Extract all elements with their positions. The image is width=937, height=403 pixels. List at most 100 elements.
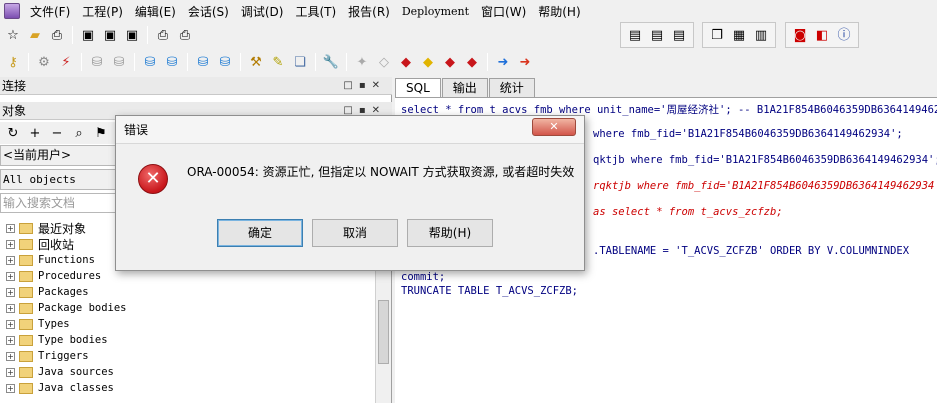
menu-reports[interactable]: 报告(R): [342, 3, 396, 20]
cube-red-icon[interactable]: ◆: [396, 52, 416, 72]
gear-icon[interactable]: ⚙: [34, 52, 54, 72]
save-all-icon[interactable]: ▣: [122, 25, 142, 45]
ok-button[interactable]: 确定: [217, 219, 303, 247]
menu-window[interactable]: 窗口(W): [475, 3, 532, 20]
expand-icon[interactable]: +: [6, 367, 15, 377]
close-button[interactable]: ✕: [532, 118, 576, 136]
menu-file[interactable]: 文件(F): [24, 3, 76, 20]
cube-red2-icon[interactable]: ◆: [440, 52, 460, 72]
eraser-icon[interactable]: ◇: [374, 52, 394, 72]
save-as-icon[interactable]: ▣: [100, 25, 120, 45]
toolbar-separator: [72, 26, 73, 44]
toolbar-separator: [134, 53, 135, 71]
tool-monitor-icon[interactable]: ▤: [625, 25, 645, 45]
expand-icon[interactable]: +: [6, 287, 15, 297]
menu-edit[interactable]: 编辑(E): [129, 3, 182, 20]
tree-item-label: Procedures: [38, 270, 102, 282]
refresh-icon[interactable]: ↻: [3, 123, 23, 143]
filter-icon[interactable]: ⚑: [91, 123, 111, 143]
tile-vertical-icon[interactable]: ▥: [751, 25, 771, 45]
tool-monitor3-icon[interactable]: ▤: [669, 25, 689, 45]
expand-icon[interactable]: +: [6, 335, 15, 345]
print-icon[interactable]: ⎙: [153, 25, 173, 45]
toolbar-separator: [346, 53, 347, 71]
save-icon[interactable]: ▣: [78, 25, 98, 45]
tree-item[interactable]: + Java classes: [0, 380, 375, 396]
cube-tool-icon[interactable]: ◆: [462, 52, 482, 72]
arrow-right-red-icon[interactable]: ➜: [515, 52, 535, 72]
db-connect-icon[interactable]: ⛁: [140, 52, 160, 72]
sql-line: where fmb_fid='B1A21F854B6046359DB636414…: [593, 128, 903, 140]
menu-tools[interactable]: 工具(T): [289, 3, 342, 20]
db-session-icon[interactable]: ⛁: [193, 52, 213, 72]
wrench-icon[interactable]: 🔧: [321, 52, 341, 72]
cascade-windows-icon[interactable]: ❐: [707, 25, 727, 45]
toolbar-help-group: ◙ ◧ ⓘ: [785, 22, 859, 48]
expand-icon[interactable]: +: [6, 351, 15, 361]
menu-project[interactable]: 工程(P): [76, 3, 129, 20]
add-icon[interactable]: +: [25, 123, 45, 143]
tile-windows-icon[interactable]: ▦: [729, 25, 749, 45]
key-icon[interactable]: ⚷: [3, 52, 23, 72]
expand-icon[interactable]: +: [6, 223, 15, 233]
expand-icon[interactable]: +: [6, 383, 15, 393]
db-status-icon[interactable]: ⛁: [215, 52, 235, 72]
pin-icon[interactable]: ✦: [352, 52, 372, 72]
rollback-icon[interactable]: ⛁: [109, 52, 129, 72]
expand-icon[interactable]: +: [6, 271, 15, 281]
tree-item-label: 回收站: [38, 237, 75, 252]
tab-statistics[interactable]: 统计: [488, 78, 535, 97]
cancel-button[interactable]: 取消: [312, 219, 398, 247]
tab-output[interactable]: 输出: [441, 78, 488, 97]
panel-controls-icon[interactable]: □▪✕: [343, 77, 386, 95]
toolbar-separator: [81, 53, 82, 71]
folder-icon: [19, 366, 33, 378]
open-folder-icon[interactable]: ▰: [25, 25, 45, 45]
tree-item[interactable]: + Triggers: [0, 348, 375, 364]
menu-debug[interactable]: 调试(D): [235, 3, 290, 20]
notes-icon[interactable]: ✎: [268, 52, 288, 72]
copy-icon[interactable]: ❏: [290, 52, 310, 72]
menu-bar: 文件(F) 工程(P) 编辑(E) 会话(S) 调试(D) 工具(T) 报告(R…: [0, 0, 937, 22]
tree-item-label: Java classes: [38, 382, 114, 394]
folder-icon: [19, 254, 33, 266]
expand-icon[interactable]: +: [6, 239, 15, 249]
help-button[interactable]: 帮助(H): [407, 219, 493, 247]
expand-icon[interactable]: +: [6, 255, 15, 265]
search-placeholder: 输入搜索文档: [3, 196, 76, 210]
new-icon[interactable]: ☆: [3, 25, 23, 45]
printer-icon[interactable]: ⎙: [175, 25, 195, 45]
sql-db-icon[interactable]: ⛁: [162, 52, 182, 72]
toolbar-separator: [240, 53, 241, 71]
break-icon[interactable]: ⚡: [56, 52, 76, 72]
remove-icon[interactable]: −: [47, 123, 67, 143]
commit-icon[interactable]: ⛁: [87, 52, 107, 72]
tree-item[interactable]: + Package bodies: [0, 300, 375, 316]
sql-line: rqktjb where fmb_fid='B1A21F854B6046359D…: [593, 180, 937, 192]
expand-icon[interactable]: +: [6, 319, 15, 329]
toolbar-separator: [315, 53, 316, 71]
pdf-icon[interactable]: ◧: [812, 25, 832, 45]
tree-item[interactable]: + Type bodies: [0, 332, 375, 348]
scrollbar-thumb[interactable]: [378, 300, 389, 364]
menu-session[interactable]: 会话(S): [182, 3, 235, 20]
info-icon[interactable]: ⓘ: [834, 25, 854, 45]
tab-sql[interactable]: SQL: [395, 78, 441, 97]
app-icon: [4, 3, 20, 19]
expand-icon[interactable]: +: [6, 303, 15, 313]
arrow-right-blue-icon[interactable]: ➜: [493, 52, 513, 72]
oracle-icon[interactable]: ◙: [790, 25, 810, 45]
folder-icon: [19, 286, 33, 298]
toolbar-separator: [187, 53, 188, 71]
tools-icon[interactable]: ⚒: [246, 52, 266, 72]
find-icon[interactable]: ⌕: [69, 123, 89, 143]
menu-deployment[interactable]: Deployment: [396, 5, 475, 18]
tool-monitor2-icon[interactable]: ▤: [647, 25, 667, 45]
cube-yellow-icon[interactable]: ◆: [418, 52, 438, 72]
print-setup-icon[interactable]: ⎙: [47, 25, 67, 45]
tree-item[interactable]: + Types: [0, 316, 375, 332]
menu-help[interactable]: 帮助(H): [532, 3, 586, 20]
tree-item[interactable]: + Java sources: [0, 364, 375, 380]
toolbar-separator: [147, 26, 148, 44]
tree-item[interactable]: + Packages: [0, 284, 375, 300]
